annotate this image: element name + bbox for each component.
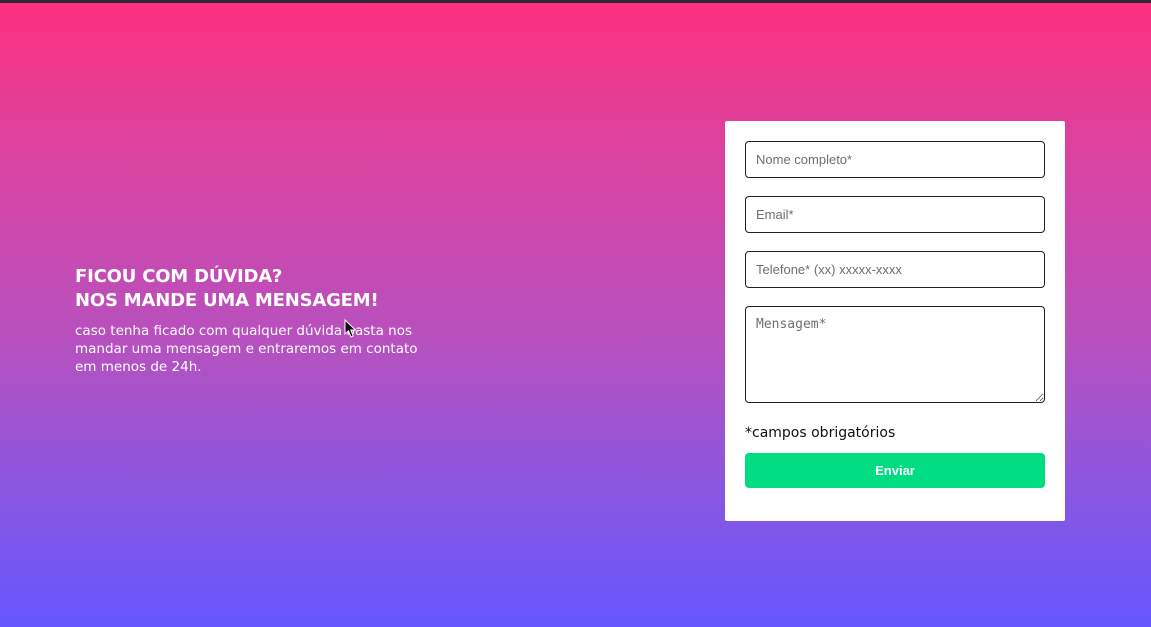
contact-subtext: caso tenha ficado com qualquer dúvida ba… <box>75 323 418 375</box>
email-input[interactable] <box>745 196 1045 233</box>
phone-input[interactable] <box>745 251 1045 288</box>
required-fields-note: *campos obrigatórios <box>745 425 896 441</box>
mouse-pointer-icon <box>344 319 357 338</box>
headline-line-1: FICOU COM DÚVIDA? <box>75 266 283 287</box>
contact-form: *campos obrigatórios Enviar <box>725 121 1065 521</box>
name-input[interactable] <box>745 141 1045 178</box>
headline-line-2: NOS MANDE UMA MENSAGEM! <box>75 290 379 311</box>
contact-headline: FICOU COM DÚVIDA? NOS MANDE UMA MENSAGEM… <box>75 265 435 313</box>
submit-button[interactable]: Enviar <box>745 453 1045 488</box>
contact-intro: FICOU COM DÚVIDA? NOS MANDE UMA MENSAGEM… <box>75 265 435 376</box>
window-top-bar <box>0 0 1151 3</box>
message-textarea[interactable] <box>745 306 1045 403</box>
